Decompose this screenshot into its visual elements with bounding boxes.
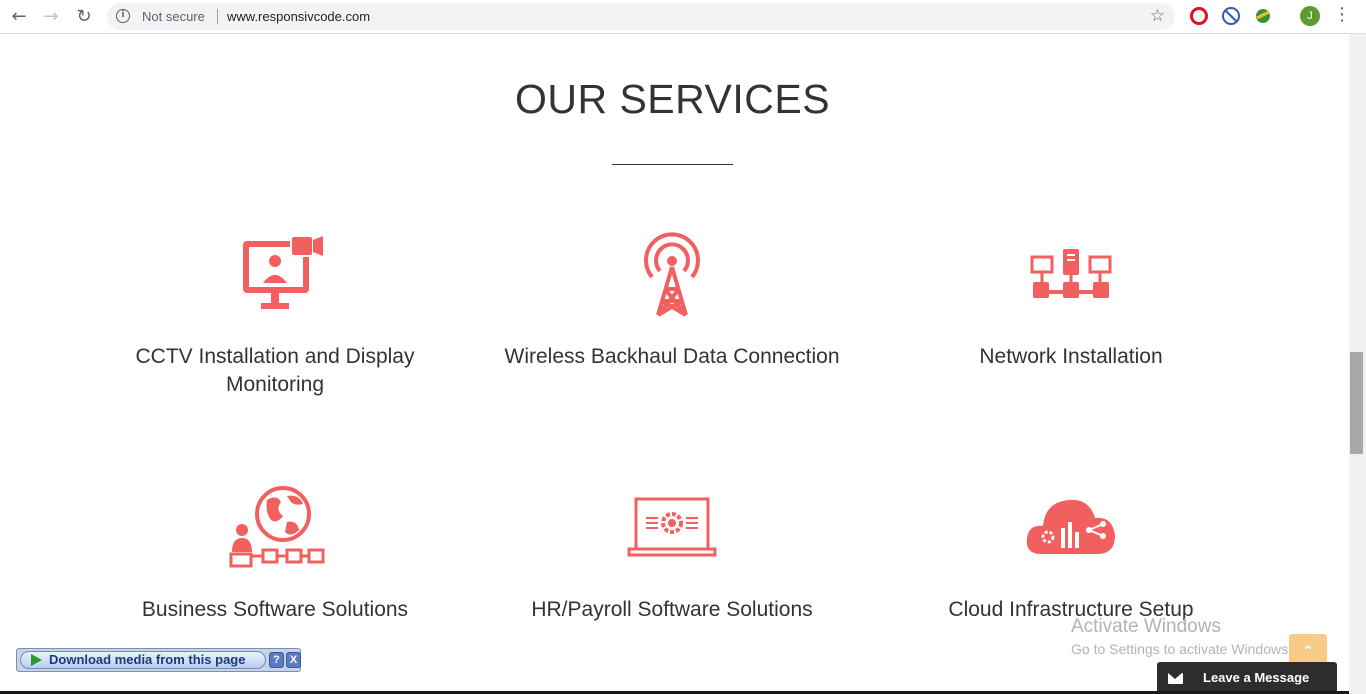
service-title: Business Software Solutions (141, 598, 409, 621)
back-icon[interactable]: ← (7, 5, 31, 27)
cloud-analytics-icon (1021, 480, 1121, 580)
omnibox-divider (217, 9, 218, 24)
security-label[interactable]: Not secure (142, 9, 205, 24)
service-card: Business Software Solutions (85, 480, 465, 624)
globe-extension-icon[interactable] (1254, 7, 1272, 25)
globe-network-icon (225, 480, 325, 580)
service-card: Cloud Infrastructure Setup (881, 480, 1261, 624)
help-button[interactable]: ? (269, 652, 284, 668)
envelope-icon (1168, 673, 1183, 684)
activate-windows-subtitle: Go to Settings to activate Windows. (1071, 641, 1292, 657)
chevron-up-icon: ⌃ (1301, 642, 1315, 661)
network-icon (1021, 227, 1121, 327)
forward-icon[interactable]: → (39, 5, 63, 27)
activate-windows-title: Activate Windows (1071, 616, 1221, 637)
service-title: HR/Payroll Software Solutions (531, 598, 813, 621)
leave-message-label: Leave a Message (1203, 670, 1310, 685)
bookmark-star-icon[interactable]: ☆ (1150, 6, 1165, 26)
address-bar[interactable]: i Not secure www.responsivcode.com ☆ (107, 3, 1175, 30)
block-extension-icon[interactable] (1222, 7, 1240, 25)
reload-icon[interactable]: ↻ (72, 5, 96, 27)
play-icon (31, 654, 42, 666)
service-card: CCTV Installation and Display Monitoring (85, 227, 465, 399)
service-card: Network Installation (881, 227, 1261, 371)
download-media-bar: Download media from this page ? X (16, 648, 301, 672)
profile-avatar[interactable]: J (1300, 6, 1320, 26)
opera-extension-icon[interactable] (1190, 7, 1208, 25)
service-card: Wireless Backhaul Data Connection (482, 227, 862, 371)
service-title: Network Installation (979, 345, 1163, 368)
title-divider (612, 164, 733, 165)
cctv-monitor-icon (225, 227, 325, 327)
laptop-gear-icon (622, 480, 722, 580)
download-media-label: Download media from this page (49, 652, 246, 667)
service-title: CCTV Installation and Display Monitoring (135, 345, 415, 396)
close-button[interactable]: X (286, 652, 301, 668)
info-icon[interactable]: i (116, 9, 130, 23)
download-media-button[interactable]: Download media from this page (20, 651, 266, 669)
page-title: OUR SERVICES (514, 76, 831, 122)
wireless-tower-icon (622, 227, 722, 327)
service-title: Wireless Backhaul Data Connection (504, 345, 840, 368)
url-text[interactable]: www.responsivcode.com (227, 9, 370, 24)
leave-message-button[interactable]: Leave a Message (1157, 662, 1337, 694)
service-card: HR/Payroll Software Solutions (482, 480, 862, 624)
browser-toolbar: ← → ↻ i Not secure www.responsivcode.com… (0, 0, 1366, 34)
more-menu-icon[interactable]: ⋮ (1333, 4, 1351, 25)
scrollbar-thumb[interactable] (1350, 352, 1363, 454)
